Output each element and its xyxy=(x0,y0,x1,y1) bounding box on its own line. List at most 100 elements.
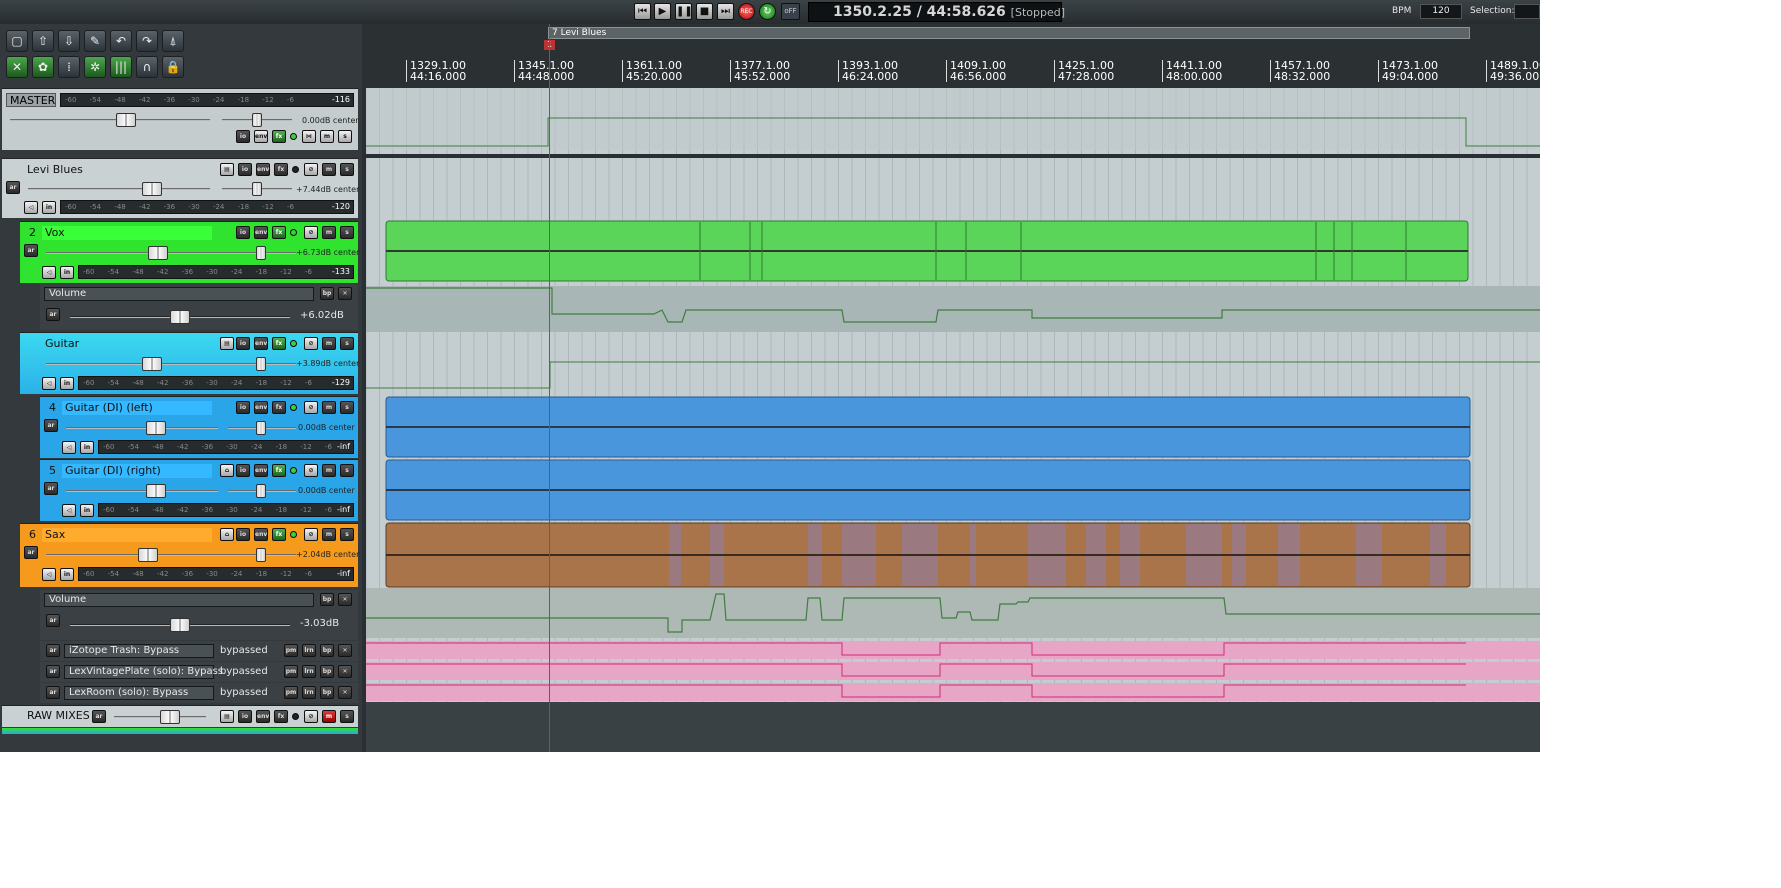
volume-fader[interactable] xyxy=(114,710,206,724)
io-button[interactable]: io xyxy=(236,464,250,477)
envelope-automation-mode[interactable]: ar xyxy=(46,665,60,678)
fx-power[interactable] xyxy=(290,404,297,411)
master-solo-button[interactable]: s xyxy=(338,130,352,143)
folder-icon[interactable]: ▤ xyxy=(220,163,234,176)
automation-mode-button[interactable]: ar xyxy=(92,710,106,723)
track-vox[interactable]: 2 Vox io env fx ⊘ m s ar +6.73dB center … xyxy=(20,221,359,283)
envelope-close-button[interactable]: ✕ xyxy=(338,686,352,699)
pan-knob[interactable] xyxy=(256,246,266,260)
group-icon[interactable]: ✿ xyxy=(32,56,54,78)
pan-fader[interactable] xyxy=(228,548,296,562)
fx-power[interactable] xyxy=(290,229,297,236)
envelope-close-button[interactable]: ✕ xyxy=(338,593,352,606)
env-button[interactable]: env xyxy=(256,710,270,723)
master-volume-knob[interactable] xyxy=(116,113,136,127)
io-button[interactable]: io xyxy=(238,163,252,176)
master-track[interactable]: MASTER -60 -54 -48 -42 -36 -30 -24 -18 -… xyxy=(2,88,359,150)
automation-mode-button[interactable]: ar xyxy=(6,181,20,194)
phase-button[interactable]: ⊘ xyxy=(304,226,318,239)
arrange-view[interactable]: 7 Levi Blues 1 1329.1.0044:16.0001345.1.… xyxy=(366,24,1540,752)
pan-knob[interactable] xyxy=(256,484,266,498)
env-button[interactable]: env xyxy=(254,337,268,350)
volume-fader[interactable] xyxy=(66,484,218,498)
grid-icon[interactable]: ⁞ xyxy=(58,56,80,78)
input-monitor-button[interactable]: in xyxy=(60,266,74,279)
pan-knob[interactable] xyxy=(256,421,266,435)
pan-fader[interactable] xyxy=(228,246,296,260)
ripple-icon[interactable]: ||| xyxy=(110,56,132,78)
fx-power[interactable] xyxy=(292,166,299,173)
master-pan-fader[interactable] xyxy=(222,113,292,127)
metronome-icon[interactable]: ⍋ xyxy=(162,30,184,52)
redo-icon[interactable]: ↷ xyxy=(136,30,158,52)
phase-button[interactable]: ⊘ xyxy=(304,710,318,723)
input-monitor-button[interactable]: in xyxy=(60,568,74,581)
envelope-close-button[interactable]: ✕ xyxy=(338,287,352,300)
io-button[interactable]: io xyxy=(236,528,250,541)
phase-button[interactable]: ⊘ xyxy=(304,337,318,350)
automation-mode-button[interactable]: ar xyxy=(24,546,38,559)
pan-fader[interactable] xyxy=(228,421,296,435)
envelope-fader[interactable] xyxy=(70,618,290,632)
volume-fader[interactable] xyxy=(66,421,218,435)
learn-button[interactable]: lrn xyxy=(302,644,316,657)
automation-mode-button[interactable]: ar xyxy=(44,419,58,432)
env-button[interactable]: env xyxy=(254,464,268,477)
track-guitar-di-right[interactable]: 5 Guitar (DI) (right) ⌂ io env fx ⊘ m s … xyxy=(40,459,358,521)
bpm-field[interactable]: 120 xyxy=(1420,4,1462,19)
master-pan-knob[interactable] xyxy=(252,113,262,127)
record-arm-button[interactable]: ◁ xyxy=(42,568,56,581)
envelope-bypass-button[interactable]: bp xyxy=(320,287,334,300)
parameter-modulation-button[interactable]: pm xyxy=(284,665,298,678)
undo-icon[interactable]: ↶ xyxy=(110,30,132,52)
io-button[interactable]: io xyxy=(236,226,250,239)
solo-button[interactable]: s xyxy=(340,710,354,723)
mute-button[interactable]: m xyxy=(322,464,336,477)
io-button[interactable]: io xyxy=(236,337,250,350)
record-arm-button[interactable]: ◁ xyxy=(62,504,76,517)
fx-button[interactable]: fx xyxy=(272,401,286,414)
envelope-automation-mode[interactable]: ar xyxy=(46,614,60,627)
learn-button[interactable]: lrn xyxy=(302,665,316,678)
snap-icon[interactable]: ✲ xyxy=(84,56,106,78)
master-mute-button[interactable]: m xyxy=(320,130,334,143)
env-button[interactable]: env xyxy=(254,528,268,541)
fx-button[interactable]: fx xyxy=(272,464,286,477)
env-button[interactable]: env xyxy=(254,401,268,414)
automation-mode-button[interactable]: ar xyxy=(44,482,58,495)
stop-button[interactable]: ■ xyxy=(696,3,713,20)
pan-fader[interactable] xyxy=(228,357,296,371)
volume-knob[interactable] xyxy=(160,710,180,724)
track-guitar-di-left[interactable]: 4 Guitar (DI) (left) io env fx ⊘ m s ar … xyxy=(40,396,358,458)
master-env-button[interactable]: env xyxy=(254,130,268,143)
record-arm-button[interactable]: ◁ xyxy=(42,377,56,390)
fx-button[interactable]: fx xyxy=(272,226,286,239)
input-monitor-button[interactable]: in xyxy=(60,377,74,390)
solo-button[interactable]: s xyxy=(340,528,354,541)
envelope-bypass-button[interactable]: bp xyxy=(320,593,334,606)
play-button[interactable]: ▶ xyxy=(654,3,671,20)
input-monitor-button[interactable]: in xyxy=(80,504,94,517)
track-levi-blues[interactable]: Levi Blues ▤ io env fx ⊘ m s ar +7.44dB … xyxy=(2,158,359,218)
magnet-icon[interactable]: ∩ xyxy=(136,56,158,78)
fx-button[interactable]: fx xyxy=(272,337,286,350)
go-to-end-button[interactable]: ⏭ xyxy=(717,3,734,20)
envelope-close-button[interactable]: ✕ xyxy=(338,644,352,657)
region-marker[interactable]: 7 Levi Blues xyxy=(548,27,1470,39)
solo-button[interactable]: s xyxy=(340,337,354,350)
mute-button[interactable]: m xyxy=(322,710,336,723)
fx-power[interactable] xyxy=(290,340,297,347)
record-arm-button[interactable]: ◁ xyxy=(62,441,76,454)
envelope-bypass-button[interactable]: bp xyxy=(320,686,334,699)
volume-knob[interactable] xyxy=(142,182,162,196)
solo-button[interactable]: s xyxy=(340,464,354,477)
auto-crossfade-icon[interactable]: ✕ xyxy=(6,56,28,78)
mute-button[interactable]: m xyxy=(322,163,336,176)
master-fx-button[interactable]: fx xyxy=(272,130,286,143)
solo-button[interactable]: s xyxy=(340,163,354,176)
volume-knob[interactable] xyxy=(138,548,158,562)
wrench-icon[interactable]: ✎ xyxy=(84,30,106,52)
open-icon[interactable]: ⇧ xyxy=(32,30,54,52)
selection-field[interactable] xyxy=(1514,4,1540,19)
phase-button[interactable]: ⊘ xyxy=(304,401,318,414)
